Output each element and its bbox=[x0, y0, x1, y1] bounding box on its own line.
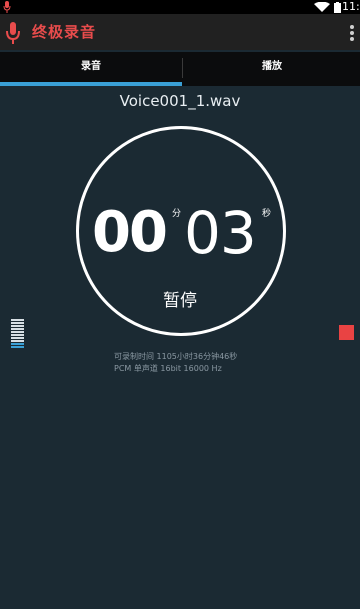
level-bar bbox=[11, 328, 24, 330]
level-bar bbox=[11, 319, 24, 321]
tab-divider bbox=[182, 58, 183, 78]
tab-indicator bbox=[0, 82, 182, 86]
app-bar: 终极录音 bbox=[0, 14, 360, 50]
pause-button[interactable]: 暂停 bbox=[0, 286, 360, 311]
remaining-time-text: 可录制时间 1105小时36分钟46秒 bbox=[114, 352, 238, 361]
level-bar bbox=[11, 331, 24, 333]
level-bar bbox=[11, 325, 24, 327]
app-title: 终极录音 bbox=[32, 23, 97, 41]
more-vert-icon[interactable] bbox=[348, 24, 356, 42]
level-bar bbox=[11, 337, 24, 339]
tab-record[interactable]: 录音 bbox=[0, 52, 182, 82]
mic-icon bbox=[6, 22, 20, 44]
level-meter-icon bbox=[11, 319, 24, 349]
stop-button[interactable] bbox=[339, 325, 354, 340]
level-bar bbox=[11, 340, 24, 342]
battery-icon bbox=[334, 2, 341, 13]
mic-icon bbox=[3, 1, 11, 13]
level-bar bbox=[11, 334, 24, 336]
level-bar bbox=[11, 343, 24, 345]
format-text: PCM 单声道 16bit 16000 Hz bbox=[114, 364, 222, 373]
recording-info: 可录制时间 1105小时36分钟46秒 PCM 单声道 16bit 16000 … bbox=[114, 351, 237, 375]
status-bar: 11:2 bbox=[0, 0, 360, 14]
minutes-value: 00 bbox=[92, 200, 168, 265]
level-bar bbox=[11, 322, 24, 324]
tab-bar: 录音 播放 bbox=[0, 52, 360, 86]
wifi-icon bbox=[314, 2, 330, 12]
level-bar bbox=[11, 346, 24, 348]
minutes-unit: 分 bbox=[172, 209, 182, 219]
recording-filename: Voice001_1.wav bbox=[119, 92, 241, 110]
status-time: 11:2 bbox=[342, 0, 360, 13]
seconds-value: 03 bbox=[184, 199, 257, 267]
seconds-unit: 秒 bbox=[262, 209, 272, 219]
tab-playback[interactable]: 播放 bbox=[184, 52, 360, 82]
